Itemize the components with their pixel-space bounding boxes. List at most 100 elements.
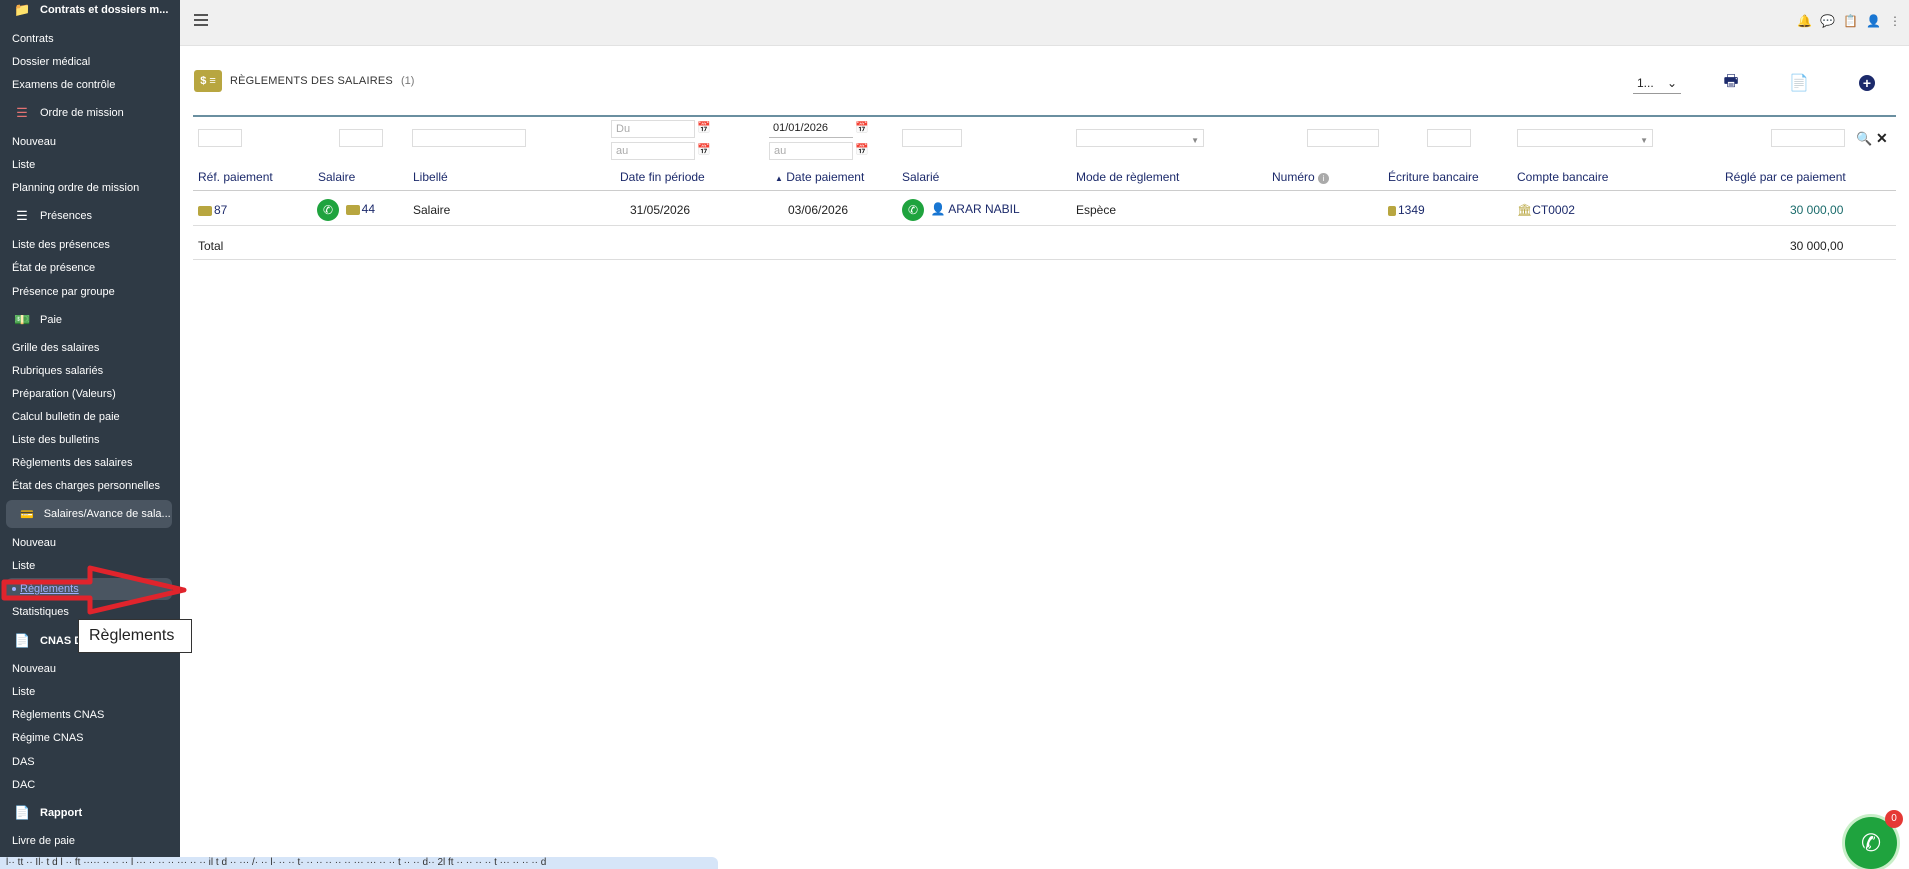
filter-date-fin-au[interactable]: au [611, 142, 695, 160]
col-date-fin[interactable]: Date fin période [620, 170, 705, 184]
caret-down-icon: ▼ [1640, 136, 1648, 145]
document-icon [1388, 205, 1396, 216]
col-ecriture[interactable]: Écriture bancaire [1388, 170, 1479, 184]
add-button[interactable]: + [1855, 71, 1879, 95]
sidebar-item-reglements-salaires[interactable]: Règlements des salaires [0, 457, 180, 469]
calendar-icon[interactable]: 📅 [855, 121, 869, 134]
sidebar-item-livre-paie[interactable]: Livre de paie [0, 835, 180, 847]
header-divider [193, 190, 1896, 191]
topbar: 🔔 💬 📋 👤 ⋮ [180, 0, 1909, 46]
filter-ref[interactable] [198, 129, 242, 147]
calendar-icon[interactable]: 📅 [697, 121, 711, 134]
filter-libelle[interactable] [412, 129, 526, 147]
sidebar-item-rubriques[interactable]: Rubriques salariés [0, 365, 180, 377]
cell-compte[interactable]: 🏛CT0002 [1517, 203, 1575, 217]
filter-ecriture[interactable] [1427, 129, 1471, 147]
filter-date-paiement-du[interactable]: 01/01/2026 [769, 120, 853, 138]
clipboard-icon[interactable]: 📋 [1843, 14, 1858, 28]
cell-ref[interactable]: 87 [198, 203, 227, 217]
bank-icon: 🏛 [1517, 203, 1533, 217]
page-header: $ ≡ RÈGLEMENTS DES SALAIRES (1) [194, 70, 414, 92]
filter-regle[interactable] [1771, 129, 1845, 147]
col-salaire[interactable]: Salaire [318, 170, 355, 184]
calendar-icon[interactable]: 📅 [855, 143, 869, 156]
sidebar: 📁 Contrats et dossiers m... Contrats Dos… [0, 0, 180, 869]
total-value: 30 000,00 [1790, 239, 1844, 253]
sidebar-item-regime-cnas[interactable]: Régime CNAS [0, 732, 180, 744]
col-ref[interactable]: Réf. paiement [198, 170, 273, 184]
sidebar-item-dac[interactable]: DAC [0, 779, 180, 791]
whatsapp-icon[interactable]: ✆ [902, 199, 924, 221]
whatsapp-icon: ✆ [1860, 829, 1882, 857]
cell-date-fin: 31/05/2026 [630, 203, 691, 217]
menu-icon[interactable] [194, 14, 208, 26]
filter-salarie[interactable] [902, 129, 962, 147]
cell-ecriture[interactable]: 1349 [1388, 203, 1425, 217]
money-icon [198, 205, 212, 216]
sidebar-item-cnas-nouveau[interactable]: Nouveau [0, 663, 180, 675]
plus-circle-icon: + [1859, 75, 1875, 91]
col-regle[interactable]: Réglé par ce paiement [1725, 170, 1846, 184]
sidebar-item-calcul[interactable]: Calcul bulletin de paie [0, 411, 180, 423]
sidebar-section-ordre-mission[interactable]: ☰ Ordre de mission [0, 105, 180, 121]
list-icon: ☰ [16, 208, 28, 223]
cell-salaire[interactable]: ✆ 44 [317, 199, 375, 221]
chat-icon[interactable]: 💬 [1820, 14, 1835, 28]
notification-badge: 0 [1885, 810, 1903, 828]
page-size-select[interactable]: 1... ⌄ [1633, 72, 1681, 94]
total-label: Total [198, 239, 224, 253]
whatsapp-icon[interactable]: ✆ [317, 199, 339, 221]
col-libelle[interactable]: Libellé [413, 170, 448, 184]
sidebar-item-om-liste[interactable]: Liste [0, 159, 180, 171]
top-icons: 🔔 💬 📋 👤 ⋮ [1797, 14, 1901, 28]
sidebar-section-rapport[interactable]: 📄 Rapport [0, 805, 180, 821]
sidebar-section-paie[interactable]: 💵 Paie [0, 312, 180, 328]
filter-date-fin-du[interactable]: Du [611, 120, 695, 138]
col-compte[interactable]: Compte bancaire [1517, 170, 1608, 184]
filter-numero[interactable] [1307, 129, 1379, 147]
sidebar-item-dossier-medical[interactable]: Dossier médical [0, 56, 180, 68]
sidebar-section-presences[interactable]: ☰ Présences [0, 208, 180, 224]
info-icon[interactable]: i [1318, 173, 1330, 184]
table-top-border [193, 115, 1896, 117]
print-button[interactable]: 🖶 [1719, 71, 1743, 95]
user-icon: 👤 [930, 202, 946, 217]
sidebar-item-sa-nouveau[interactable]: Nouveau [0, 537, 180, 549]
sidebar-item-liste-bulletins[interactable]: Liste des bulletins [0, 434, 180, 446]
filter-date-paiement-au[interactable]: au [769, 142, 853, 160]
sidebar-item-om-planning[interactable]: Planning ordre de mission [0, 182, 180, 194]
sidebar-item-contrats[interactable]: Contrats [0, 33, 180, 45]
filter-mode-select[interactable]: ▼ [1076, 129, 1204, 147]
sidebar-item-grille[interactable]: Grille des salaires [0, 342, 180, 354]
kebab-icon[interactable]: ⋮ [1889, 14, 1901, 28]
sidebar-item-cnas-reglements[interactable]: Règlements CNAS [0, 709, 180, 721]
sidebar-item-liste-presences[interactable]: Liste des présences [0, 239, 180, 251]
sidebar-section-contrats[interactable]: 📁 Contrats et dossiers m... [0, 2, 180, 18]
filter-compte-select[interactable]: ▼ [1517, 129, 1653, 147]
document-icon: 📄 [14, 805, 31, 820]
sidebar-item-cnas-liste[interactable]: Liste [0, 686, 180, 698]
sidebar-item-presence-groupe[interactable]: Présence par groupe [0, 286, 180, 298]
col-salarie[interactable]: Salarié [902, 170, 939, 184]
calendar-icon[interactable]: 📅 [697, 143, 711, 156]
sidebar-item-etat-charges[interactable]: État des charges personnelles [0, 480, 180, 492]
col-mode[interactable]: Mode de règlement [1076, 170, 1179, 184]
avatar[interactable]: 👤 [1866, 14, 1881, 28]
close-icon[interactable]: ✕ [1876, 130, 1888, 147]
sidebar-item-etat-presence[interactable]: État de présence [0, 262, 180, 274]
sidebar-item-examens[interactable]: Examens de contrôle [0, 79, 180, 91]
bell-icon[interactable]: 🔔 [1797, 14, 1812, 28]
sidebar-item-das[interactable]: DAS [0, 756, 180, 768]
sidebar-section-salaires-avance[interactable]: 💳 Salaires/Avance de sala... [6, 500, 172, 528]
export-excel-button[interactable]: 📄 [1787, 71, 1811, 95]
cell-salarie[interactable]: ✆ 👤 ARAR NABIL [902, 199, 1020, 221]
col-numero[interactable]: Numéro i [1272, 170, 1330, 184]
caret-down-icon: ▼ [1191, 136, 1199, 145]
sidebar-item-preparation[interactable]: Préparation (Valeurs) [0, 388, 180, 400]
status-bar: l·· tt ·· Il· t d l ·· ft ····· ·· ·· ··… [0, 857, 718, 869]
search-icon[interactable]: 🔍 [1856, 131, 1872, 147]
money-icon: $ ≡ [194, 70, 222, 92]
col-date-paiement[interactable]: ▲ Date paiement [775, 170, 864, 184]
sidebar-item-om-nouveau[interactable]: Nouveau [0, 136, 180, 148]
filter-salaire[interactable] [339, 129, 383, 147]
